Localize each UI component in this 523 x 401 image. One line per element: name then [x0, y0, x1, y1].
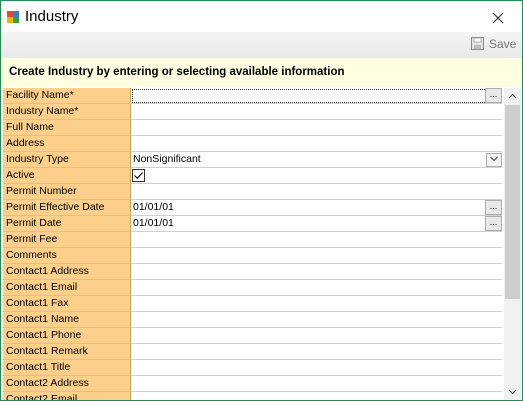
row-contact1-fax: Contact1 Fax — [3, 296, 502, 312]
row-contact2-address: Contact2 Address — [3, 376, 502, 392]
close-button[interactable] — [483, 3, 513, 31]
row-permit-fee: Permit Fee — [3, 232, 502, 248]
field-label: Contact1 Title — [3, 360, 131, 376]
field-label: Contact1 Remark — [3, 344, 131, 360]
save-label: Save — [489, 36, 517, 51]
window-title: Industry — [25, 8, 79, 25]
save-disk-icon — [471, 37, 484, 51]
field-label: Contact1 Name — [3, 312, 131, 328]
close-icon — [492, 12, 504, 24]
row-full-name: Full Name — [3, 120, 502, 136]
title-bar: Industry — [1, 1, 522, 32]
row-contact1-address: Contact1 Address — [3, 264, 502, 280]
row-contact1-phone: Contact1 Phone — [3, 328, 502, 344]
field-value: 01/01/01 — [133, 217, 174, 229]
header-strip: Create Industry by entering or selecting… — [1, 58, 522, 87]
row-industry-type: Industry Type NonSignificant — [3, 152, 502, 168]
toolbar: Save — [1, 32, 522, 59]
header-instructions: Create Industry by entering or selecting… — [9, 66, 345, 78]
row-contact1-title: Contact1 Title — [3, 360, 502, 376]
permit-effective-date-picker-button[interactable]: ... — [485, 200, 502, 215]
field-label: Full Name — [3, 120, 131, 136]
permit-effective-date-field[interactable]: 01/01/01 ... — [131, 200, 502, 216]
field-label: Permit Date — [3, 216, 131, 232]
field-label: Permit Fee — [3, 232, 131, 248]
scrollbar-thumb[interactable] — [505, 105, 520, 299]
contact1-email-field[interactable] — [131, 280, 502, 296]
row-comments: Comments — [3, 248, 502, 264]
field-label: Permit Number — [3, 184, 131, 200]
industry-name-field[interactable] — [131, 104, 502, 120]
field-label: Contact1 Phone — [3, 328, 131, 344]
field-label: Contact2 Address — [3, 376, 131, 392]
row-contact1-name: Contact1 Name — [3, 312, 502, 328]
row-facility-name: Facility Name* ... — [3, 88, 502, 104]
dropdown-chevron-icon — [490, 156, 498, 162]
facility-name-browse-button[interactable]: ... — [485, 88, 502, 103]
row-contact1-remark: Contact1 Remark — [3, 344, 502, 360]
industry-window: Industry Save Create Industry by enterin… — [0, 0, 523, 401]
facility-name-field[interactable]: ... — [131, 88, 502, 104]
active-cell — [131, 168, 502, 184]
row-permit-number: Permit Number — [3, 184, 502, 200]
industry-type-select[interactable]: NonSignificant — [131, 152, 502, 168]
vertical-scrollbar[interactable] — [504, 88, 521, 400]
row-permit-date: Permit Date 01/01/01 ... — [3, 216, 502, 232]
field-label: Contact1 Email — [3, 280, 131, 296]
scroll-up-button[interactable] — [504, 88, 521, 105]
full-name-field[interactable] — [131, 120, 502, 136]
field-label: Comments — [3, 248, 131, 264]
row-contact2-email: Contact2 Email — [3, 392, 502, 400]
contact1-phone-field[interactable] — [131, 328, 502, 344]
row-address: Address — [3, 136, 502, 152]
field-label: Permit Effective Date — [3, 200, 131, 216]
contact1-address-field[interactable] — [131, 264, 502, 280]
row-contact1-email: Contact1 Email — [3, 280, 502, 296]
scroll-down-icon — [508, 389, 517, 395]
permit-fee-field[interactable] — [131, 232, 502, 248]
row-permit-effective-date: Permit Effective Date 01/01/01 ... — [3, 200, 502, 216]
scroll-down-button[interactable] — [504, 383, 521, 400]
row-active: Active — [3, 168, 502, 184]
field-label: Facility Name* — [3, 88, 131, 104]
field-label: Industry Type — [3, 152, 131, 168]
active-checkbox[interactable] — [132, 169, 145, 182]
field-label: Active — [3, 168, 131, 184]
address-field[interactable] — [131, 136, 502, 152]
checkmark-icon — [134, 172, 143, 180]
field-label: Address — [3, 136, 131, 152]
contact2-address-field[interactable] — [131, 376, 502, 392]
field-label: Industry Name* — [3, 104, 131, 120]
field-value: NonSignificant — [133, 153, 201, 165]
field-value: 01/01/01 — [133, 201, 174, 213]
contact1-name-field[interactable] — [131, 312, 502, 328]
app-icon — [7, 11, 19, 23]
permit-date-picker-button[interactable]: ... — [485, 216, 502, 231]
contact1-title-field[interactable] — [131, 360, 502, 376]
permit-number-field[interactable] — [131, 184, 502, 200]
contact2-email-field[interactable] — [131, 392, 502, 400]
row-industry-name: Industry Name* — [3, 104, 502, 120]
contact1-remark-field[interactable] — [131, 344, 502, 360]
field-label: Contact1 Fax — [3, 296, 131, 312]
property-grid: Facility Name* ... Industry Name* Full N… — [3, 88, 502, 400]
comments-field[interactable] — [131, 248, 502, 264]
field-label: Contact1 Address — [3, 264, 131, 280]
permit-date-field[interactable]: 01/01/01 ... — [131, 216, 502, 232]
industry-type-dropdown-button[interactable] — [486, 153, 502, 167]
scroll-up-icon — [508, 93, 517, 99]
save-button[interactable]: Save — [471, 36, 516, 54]
contact1-fax-field[interactable] — [131, 296, 502, 312]
field-label: Contact2 Email — [3, 392, 131, 400]
